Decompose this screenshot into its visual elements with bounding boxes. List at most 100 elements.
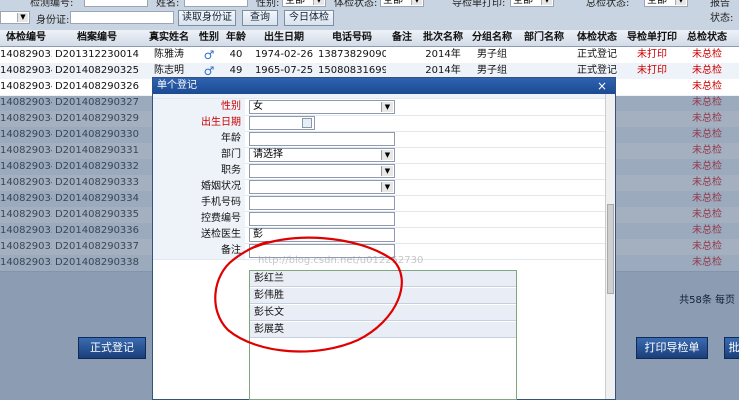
form-label: 部门 (153, 147, 245, 163)
form-input[interactable] (249, 132, 395, 146)
form-row: 婚姻状况 ▼ (153, 179, 605, 196)
chevron-down-icon: ▼ (313, 0, 324, 5)
column-header[interactable]: 部门名称 (516, 30, 572, 46)
form-row: 手机号码 (153, 195, 605, 212)
form-label: 年龄 (153, 131, 245, 147)
form-label: 手机号码 (153, 195, 245, 211)
final-status-select-value: 全部 (647, 0, 667, 6)
table-cell: 未总检 (692, 81, 722, 92)
extra-button[interactable]: 批 (724, 337, 739, 359)
gender-select[interactable]: 全部 ▼ (282, 0, 326, 7)
check-no-input[interactable] (84, 0, 148, 7)
label-guide-print: 导检单打印: (452, 0, 506, 9)
column-header[interactable]: 电话号码 (318, 30, 386, 46)
calendar-icon[interactable] (302, 118, 312, 128)
column-header[interactable]: 档案编号 (52, 30, 142, 46)
form-label: 控费编号 (153, 211, 245, 227)
column-header[interactable]: 年龄 (222, 30, 250, 46)
query-button[interactable]: 查询 (242, 10, 278, 26)
form-select[interactable]: ▼ (249, 164, 395, 178)
form-input[interactable] (249, 212, 395, 226)
table-cell: 未打印 (637, 65, 667, 76)
exam-status-select[interactable]: 全部 ▼ (380, 0, 424, 7)
form-input[interactable] (249, 196, 395, 210)
table-cell: 未打印 (637, 49, 667, 60)
form-row: 控费编号 (153, 211, 605, 228)
chevron-down-icon: ▼ (381, 182, 393, 192)
register-button[interactable]: 正式登记 (78, 337, 146, 359)
table-cell: 未总检 (692, 65, 722, 76)
search-row-1: 检测编号: 姓名: 性别: 全部 ▼ 体检状态: 全部 ▼ 导检单打印: 全部 ▼ 总… (0, 0, 739, 24)
form-row: 性别女 ▼ (153, 99, 605, 116)
column-header[interactable]: 体检状态 (572, 30, 622, 46)
label-id-card: 身份证: (36, 15, 70, 26)
column-header[interactable]: 真实姓名 (142, 30, 196, 46)
table-cell: 13873829090 (318, 49, 386, 60)
chevron-down-icon: ▼ (381, 102, 393, 112)
table-cell: 陈雅涛 (154, 49, 184, 60)
guide-print-select[interactable]: 全部 ▼ (510, 0, 554, 7)
form-value: 女 (253, 101, 263, 112)
red-annotation-circle (214, 236, 403, 353)
column-header[interactable]: 总检状态 (682, 30, 732, 46)
label-name: 姓名: (156, 0, 180, 9)
label-exam-status: 体检状态: (334, 0, 378, 9)
form-select[interactable]: 女 ▼ (249, 100, 395, 114)
form-label: 性别 (153, 99, 245, 115)
table-cell: 未总检 (692, 49, 722, 60)
final-status-select[interactable]: 全部 ▼ (644, 0, 688, 7)
gender-select-value: 全部 (285, 0, 305, 6)
chevron-down-icon: ▼ (541, 0, 552, 5)
today-exam-button[interactable]: 今日体检 (284, 10, 334, 26)
form-select[interactable]: 请选择 ▼ (249, 148, 395, 162)
pagination-info: 共58条 每页 (679, 295, 735, 306)
form-select[interactable]: ▼ (249, 180, 395, 194)
column-header[interactable]: 性别 (196, 30, 222, 46)
close-icon[interactable]: × (595, 79, 609, 93)
label-check-no: 检测编号: (30, 0, 74, 9)
column-header[interactable]: 分组名称 (468, 30, 516, 46)
date-input[interactable] (249, 116, 315, 130)
form-label: 婚姻状况 (153, 179, 245, 195)
chevron-down-icon: ▼ (675, 0, 686, 5)
form-row: 部门 请选择 ▼ (153, 147, 605, 164)
column-header[interactable]: 体检编号 (0, 30, 52, 46)
scrollbar-thumb[interactable] (607, 204, 614, 294)
table-header: 体检编号 档案编号 真实姓名 性别 年龄 出生日期 电话号码 备注 批次名称 分组名称 部门名称 体检… (0, 30, 739, 47)
read-id-card-button[interactable]: 读取身份证 (178, 10, 236, 26)
dialog-scrollbar[interactable] (605, 94, 615, 399)
column-header[interactable]: 备注 (386, 30, 418, 46)
table-cell: 1408290339 (0, 49, 52, 60)
dialog-title-bar: 单个登记 × (153, 78, 615, 94)
label-gender: 性别: (256, 0, 280, 9)
chevron-down-icon: ▼ (411, 0, 422, 5)
form-row: 年龄 (153, 131, 605, 148)
form-label: 出生日期 (153, 115, 245, 131)
column-header[interactable]: 出生日期 (250, 30, 318, 46)
table-row[interactable]: 1408290339D201312230014 陈雅涛 ♂ 40 1974-02-26 1… (0, 47, 739, 64)
table-cell: D201408290326 (54, 81, 140, 92)
exam-status-select-value: 全部 (383, 0, 403, 6)
search-row-2: ▼ 身份证: 读取身份证 查询 今日体检 (0, 10, 739, 26)
print-guide-button[interactable]: 打印导检单 (636, 337, 708, 359)
table-cell (386, 47, 418, 63)
id-type-select[interactable]: ▼ (0, 11, 30, 24)
name-input[interactable] (184, 0, 248, 7)
column-header[interactable]: 批次名称 (418, 30, 468, 46)
dialog-title: 单个登记 (157, 80, 197, 91)
label-final-status: 总检状态: (586, 0, 630, 9)
table-cell: 1408290341 (0, 81, 52, 92)
table-cell: D201312230014 (54, 49, 140, 60)
form-row: 出生日期 (153, 115, 605, 132)
table-cell: 2014年 (425, 49, 461, 60)
table-cell (516, 47, 572, 63)
chevron-down-icon: ▼ (17, 13, 28, 22)
table-cell: 1974-02-26 (254, 49, 314, 60)
table-cell: 正式登记 (577, 49, 617, 60)
table-cell: 1408290340 (0, 65, 52, 76)
column-header[interactable]: 导检单打印 (622, 30, 682, 46)
table-cell: 男子组 (477, 49, 507, 60)
id-card-input[interactable] (70, 11, 174, 24)
form-value: 请选择 (253, 149, 283, 160)
table-cell (622, 79, 682, 95)
